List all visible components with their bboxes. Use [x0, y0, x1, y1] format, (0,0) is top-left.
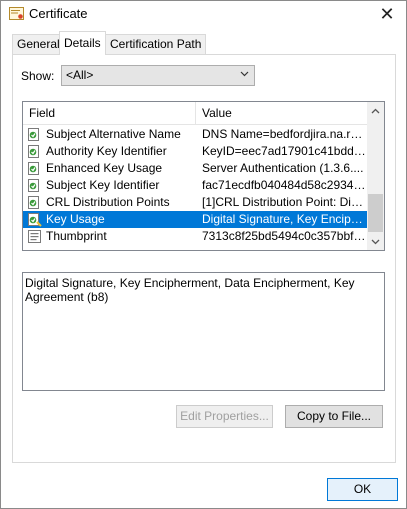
column-header-value[interactable]: Value — [196, 102, 368, 125]
field-value: 7313c8f25bd5494c0c357bbf3... — [202, 229, 366, 243]
close-button[interactable]: ✕ — [374, 3, 400, 25]
cert-extension-icon — [27, 178, 42, 193]
list-item[interactable]: Thumbprint 7313c8f25bd5494c0c357bbf3... — [23, 228, 368, 245]
scrollbar-thumb[interactable] — [368, 194, 383, 232]
ok-button[interactable]: OK — [327, 478, 398, 501]
close-icon: ✕ — [379, 3, 395, 24]
list-item[interactable]: Enhanced Key Usage Server Authentication … — [23, 160, 368, 177]
field-name: Enhanced Key Usage — [46, 161, 163, 175]
chevron-down-icon — [240, 71, 249, 77]
list-item[interactable]: Subject Key Identifier fac71ecdfb040484d5… — [23, 177, 368, 194]
edit-properties-button[interactable]: Edit Properties... — [176, 405, 273, 428]
list-item[interactable]: Subject Alternative Name DNS Name=bedford… — [23, 126, 368, 143]
cert-extension-icon — [27, 161, 42, 176]
certificate-icon — [9, 7, 24, 20]
chevron-up-icon — [371, 108, 380, 113]
field-value: fac71ecdfb040484d58c29340... — [202, 178, 366, 192]
copy-to-file-button[interactable]: Copy to File... — [285, 405, 383, 428]
cert-extension-icon — [27, 144, 42, 159]
field-value: Digital Signature, Key Encipher... — [202, 212, 366, 226]
field-detail-text: Digital Signature, Key Encipherment, Dat… — [25, 276, 355, 304]
tab-details[interactable]: Details — [59, 31, 106, 55]
critical-extension-icon — [27, 212, 42, 227]
field-value: KeyID=eec7ad17901c41bdd7... — [202, 144, 366, 158]
field-name: Subject Alternative Name — [46, 127, 181, 141]
field-value: [1]CRL Distribution Point: Distr... — [202, 195, 366, 209]
column-header-field[interactable]: Field — [23, 102, 196, 125]
tab-general[interactable]: General — [12, 34, 65, 55]
field-name: Key Usage — [46, 212, 105, 226]
list-rows: Subject Alternative Name DNS Name=bedford… — [23, 126, 368, 245]
list-item[interactable]: Key Usage Digital Signature, Key Encipher… — [23, 211, 368, 228]
scroll-up-button[interactable] — [367, 102, 384, 119]
property-icon — [27, 229, 42, 244]
cert-extension-icon — [27, 195, 42, 210]
vertical-scrollbar[interactable] — [367, 102, 384, 250]
tab-certification-path[interactable]: Certification Path — [105, 34, 207, 55]
window-title: Certificate — [29, 6, 88, 21]
list-header: Field Value — [23, 102, 368, 125]
field-name: Subject Key Identifier — [46, 178, 160, 192]
field-value: Server Authentication (1.3.6.... — [202, 161, 364, 175]
show-dropdown[interactable]: <All> — [61, 65, 255, 86]
certificate-fields-list[interactable]: Field Value Subject Alternative Name DNS … — [22, 101, 385, 251]
show-label: Show: — [21, 69, 55, 83]
field-detail-textbox[interactable]: Digital Signature, Key Encipherment, Dat… — [22, 272, 385, 391]
field-name: CRL Distribution Points — [46, 195, 170, 209]
field-name: Authority Key Identifier — [46, 144, 167, 158]
chevron-down-icon — [371, 239, 380, 244]
certificate-dialog: Certificate ✕ General Details Certificat… — [0, 0, 407, 509]
list-item[interactable]: CRL Distribution Points [1]CRL Distributi… — [23, 194, 368, 211]
scroll-down-button[interactable] — [367, 233, 384, 250]
cert-extension-icon — [27, 127, 42, 142]
list-item[interactable]: Authority Key Identifier KeyID=eec7ad1790… — [23, 143, 368, 160]
field-value: DNS Name=bedfordjira.na.rsa... — [202, 127, 366, 141]
title-bar[interactable]: Certificate ✕ — [1, 1, 406, 27]
field-name: Thumbprint — [46, 229, 107, 243]
show-dropdown-value: <All> — [66, 68, 94, 82]
